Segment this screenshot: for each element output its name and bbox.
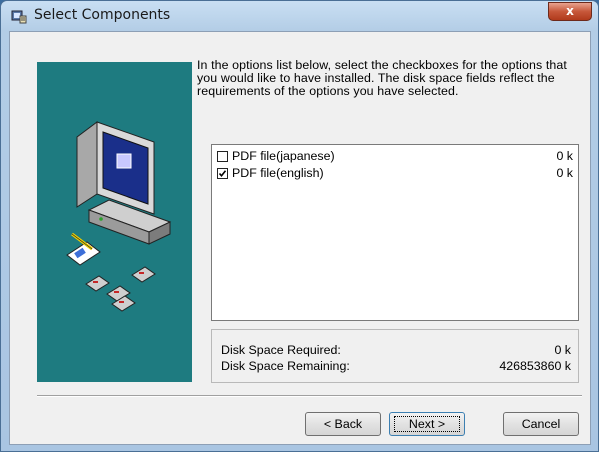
component-label: PDF file(japanese) bbox=[232, 149, 335, 163]
app-installer-icon bbox=[11, 10, 27, 24]
wizard-side-panel bbox=[37, 62, 192, 382]
back-button[interactable]: < Back bbox=[305, 412, 381, 436]
component-checkbox[interactable] bbox=[217, 168, 228, 179]
disk-space-required-label: Disk Space Required: bbox=[221, 343, 341, 357]
dialog-client: In the options list below, select the ch… bbox=[9, 31, 591, 445]
disk-space-remaining-label: Disk Space Remaining: bbox=[221, 359, 350, 373]
next-button[interactable]: Next > bbox=[389, 412, 465, 436]
setup-window: Select Components x In the options list … bbox=[0, 0, 599, 452]
close-button[interactable]: x bbox=[548, 2, 592, 21]
component-checkbox[interactable] bbox=[217, 151, 228, 162]
disk-space-remaining-value: 426853860 k bbox=[499, 359, 571, 373]
button-divider bbox=[37, 395, 582, 397]
component-size: 0 k bbox=[556, 149, 573, 163]
checkmark-icon bbox=[218, 170, 227, 178]
components-list[interactable]: PDF file(japanese) 0 k PDF file(english)… bbox=[211, 144, 579, 321]
list-item[interactable]: PDF file(english) 0 k bbox=[217, 165, 575, 181]
floppy-disk-icon bbox=[85, 266, 156, 312]
focus-rectangle bbox=[394, 416, 460, 432]
list-item[interactable]: PDF file(japanese) 0 k bbox=[217, 148, 575, 164]
document-icon bbox=[66, 232, 101, 266]
title-bar[interactable]: Select Components x bbox=[1, 1, 598, 31]
cancel-button[interactable]: Cancel bbox=[503, 412, 579, 436]
window-title: Select Components bbox=[34, 7, 171, 23]
instructions-text: In the options list below, select the ch… bbox=[197, 58, 567, 98]
disk-space-panel: Disk Space Required: 0 k Disk Space Rema… bbox=[211, 329, 579, 383]
component-size: 0 k bbox=[556, 166, 573, 180]
disk-space-required-value: 0 k bbox=[554, 343, 571, 357]
component-label: PDF file(english) bbox=[232, 166, 324, 180]
computer-illustration bbox=[66, 121, 172, 312]
